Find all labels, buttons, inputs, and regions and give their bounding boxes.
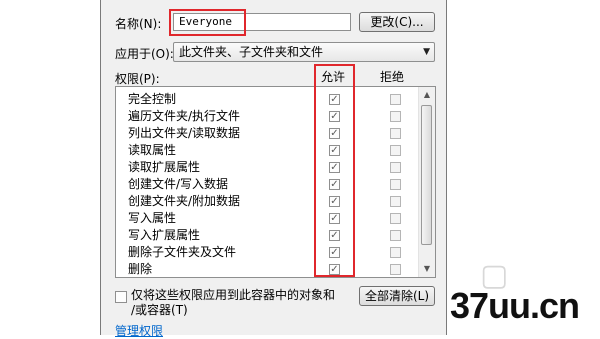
permission-name: 创建文件/写入数据 — [128, 177, 229, 191]
apply-only-checkbox[interactable] — [115, 291, 127, 303]
apply-to-select[interactable]: 此文件夹、子文件夹和文件 ▼ — [173, 42, 435, 62]
permission-row: 创建文件夹/附加数据 ✓ — [116, 193, 420, 210]
name-field[interactable]: Everyone — [173, 13, 351, 31]
allow-checkbox[interactable]: ✓ — [329, 162, 340, 173]
deny-checkbox[interactable] — [390, 128, 401, 139]
deny-checkbox[interactable] — [390, 247, 401, 258]
permission-row: 创建文件/写入数据 ✓ — [116, 176, 420, 193]
deny-checkbox[interactable] — [390, 264, 401, 275]
manage-permissions-link[interactable]: 管理权限 — [115, 322, 163, 339]
permission-row: 遍历文件夹/执行文件 ✓ — [116, 108, 420, 125]
permission-row: 删除子文件夹及文件 ✓ — [116, 244, 420, 261]
allow-checkbox[interactable]: ✓ — [329, 230, 340, 241]
permission-name: 创建文件夹/附加数据 — [128, 194, 241, 208]
allow-checkbox[interactable]: ✓ — [329, 179, 340, 190]
apply-to-label: 应用于(O): — [115, 47, 174, 61]
name-label: 名称(N): — [115, 17, 162, 31]
deny-checkbox[interactable] — [390, 111, 401, 122]
permission-name: 删除 — [128, 262, 153, 276]
allow-checkbox[interactable]: ✓ — [329, 145, 340, 156]
scroll-down-icon[interactable]: ▼ — [419, 261, 435, 277]
permission-row: 写入扩展属性 ✓ — [116, 227, 420, 244]
chevron-down-icon: ▼ — [423, 47, 430, 57]
apply-only-label: 仅将这些权限应用到此容器中的对象和 /或容器(T) — [131, 288, 336, 317]
allow-checkbox[interactable]: ✓ — [329, 196, 340, 207]
allow-checkbox[interactable]: ✓ — [329, 128, 340, 139]
permission-row: 写入属性 ✓ — [116, 210, 420, 227]
scroll-up-icon[interactable]: ▲ — [419, 87, 435, 103]
deny-checkbox[interactable] — [390, 162, 401, 173]
permission-name: 列出文件夹/读取数据 — [128, 126, 241, 140]
deny-checkbox[interactable] — [390, 145, 401, 156]
permission-name: 写入扩展属性 — [128, 228, 201, 242]
deny-checkbox[interactable] — [390, 213, 401, 224]
clear-all-button[interactable]: 全部清除(L) — [359, 286, 435, 306]
permission-name: 完全控制 — [128, 92, 177, 106]
permissions-label: 权限(P): — [115, 72, 160, 86]
allow-checkbox[interactable]: ✓ — [329, 247, 340, 258]
permission-name: 读取扩展属性 — [128, 160, 201, 174]
permission-row: 完全控制 ✓ — [116, 91, 420, 108]
site-watermark: 37uu.cn — [450, 285, 580, 326]
permissions-scrollbar[interactable]: ▲ ▼ — [418, 87, 435, 277]
deny-column-header: 拒绝 — [380, 70, 405, 84]
apply-to-value: 此文件夹、子文件夹和文件 — [179, 45, 324, 59]
permission-row: 读取属性 ✓ — [116, 142, 420, 159]
permission-row: 读取扩展属性 ✓ — [116, 159, 420, 176]
allow-checkbox[interactable]: ✓ — [329, 213, 340, 224]
permission-entry-dialog: 名称(N): Everyone 更改(C)... 应用于(O): 此文件夹、子文… — [100, 0, 447, 338]
deny-checkbox[interactable] — [390, 179, 401, 190]
permission-row: 删除 ✓ — [116, 261, 420, 277]
permission-name: 删除子文件夹及文件 — [128, 245, 237, 259]
permission-row: 列出文件夹/读取数据 ✓ — [116, 125, 420, 142]
permission-name: 遍历文件夹/执行文件 — [128, 109, 241, 123]
change-button[interactable]: 更改(C)... — [359, 12, 435, 32]
allow-checkbox[interactable]: ✓ — [329, 94, 340, 105]
deny-checkbox[interactable] — [390, 230, 401, 241]
permission-name: 读取属性 — [128, 143, 177, 157]
allow-checkbox[interactable]: ✓ — [329, 264, 340, 275]
deny-checkbox[interactable] — [390, 94, 401, 105]
allow-checkbox[interactable]: ✓ — [329, 111, 340, 122]
allow-column-header: 允许 — [321, 70, 346, 84]
scrollbar-thumb[interactable] — [421, 105, 432, 245]
deny-checkbox[interactable] — [390, 196, 401, 207]
permission-name: 写入属性 — [128, 211, 177, 225]
permissions-list: 完全控制 ✓ 遍历文件夹/执行文件 ✓ 列出文件夹/读取数据 ✓ 读取属性 ✓ 读取扩展属性 ✓ 创… — [115, 86, 436, 278]
